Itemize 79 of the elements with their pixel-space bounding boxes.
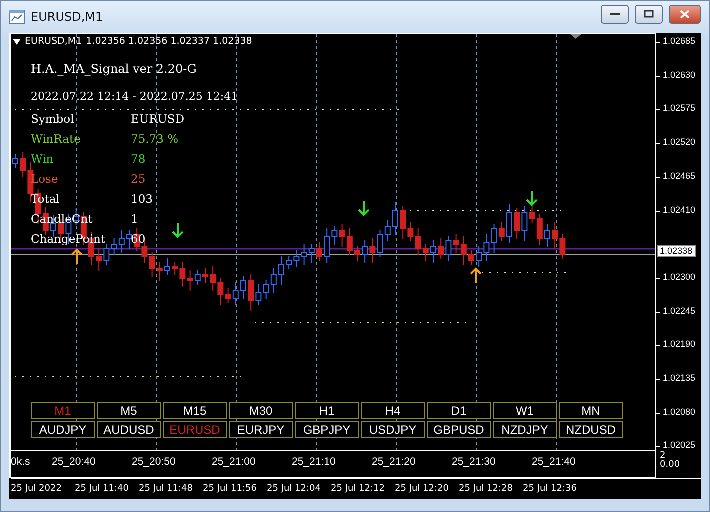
period-range: 2022.07.22 12:14 - 2022.07.25 12:41	[31, 90, 238, 103]
down-arrow-icon	[172, 222, 184, 238]
symbol-button[interactable]: NZDJPY	[493, 421, 557, 438]
up-arrow-icon	[71, 248, 83, 265]
stat-label: Symbol	[31, 111, 76, 127]
date-label: 25 Jul 11:56	[203, 484, 257, 494]
price-label: 1.02520	[663, 137, 696, 148]
symbol-button[interactable]: EURJPY	[229, 421, 293, 438]
timeframe-button[interactable]: M1	[31, 402, 95, 419]
date-label: 25 Jul 12:12	[331, 484, 385, 494]
symbol-button[interactable]: NZDUSD	[559, 421, 623, 438]
symbol-button[interactable]: AUDJPY	[31, 421, 95, 438]
chart-symbol: EURUSD,M1	[25, 36, 82, 47]
symbol-button[interactable]: GBPUSD	[427, 421, 491, 438]
price-label: 1.02190	[663, 339, 696, 350]
stat-value: 78	[131, 151, 147, 167]
price-label: 1.02465	[663, 170, 696, 181]
stat-value: 1	[131, 211, 140, 227]
price-label: 1.02685	[663, 36, 696, 46]
price-label: 1.02575	[663, 103, 696, 114]
stat-value: 25	[131, 171, 147, 187]
window-title: EURUSD,M1	[31, 10, 104, 24]
scale-max: 2	[660, 452, 666, 461]
date-label: 25 Jul 11:40	[75, 484, 129, 494]
minimize-icon	[610, 12, 620, 16]
timeframe-button[interactable]: MN	[559, 402, 623, 419]
down-arrow-icon	[358, 200, 370, 216]
stat-label: Win	[31, 151, 55, 167]
timeframe-button[interactable]: D1	[427, 402, 491, 419]
stat-label: WinRate	[31, 131, 82, 147]
time-label: 25_21:10	[292, 456, 336, 468]
timeframe-button[interactable]: M5	[97, 402, 161, 419]
close-button[interactable]	[669, 4, 701, 24]
time-label: 25_20:50	[132, 456, 176, 468]
price-label: 1.02245	[663, 306, 696, 316]
close-icon	[680, 10, 690, 18]
indicator-title: H.A._MA_Signal ver 2.20-G	[31, 62, 198, 76]
stat-value: 75.73 %	[131, 131, 180, 147]
up-arrow-icon	[470, 268, 482, 284]
time-label: 25_21:00	[212, 456, 256, 468]
timeframe-button[interactable]: H1	[295, 402, 359, 419]
price-label: 1.02080	[663, 406, 696, 417]
stat-value: EURUSD	[131, 111, 186, 127]
maximize-icon	[644, 10, 654, 18]
price-label: 1.02630	[663, 70, 696, 80]
indicator-label: 0k.s	[11, 456, 30, 468]
stat-value: 60	[131, 231, 147, 247]
minimize-button[interactable]	[601, 4, 629, 24]
symbol-button[interactable]: EURUSD	[163, 421, 227, 438]
time-label: 25_20:40	[52, 456, 96, 468]
scale-min: 0.00	[660, 461, 680, 470]
timeframe-button[interactable]: H4	[361, 402, 425, 419]
date-label: 25 Jul 12:20	[395, 484, 449, 494]
date-label: 25 Jul 2022	[11, 484, 62, 494]
time-label: 25_21:40	[532, 456, 576, 468]
dropdown-icon[interactable]	[13, 38, 21, 44]
chart-window-icon	[9, 10, 25, 24]
timeframe-button[interactable]: W1	[493, 402, 557, 419]
price-label: 1.02135	[663, 373, 696, 383]
maximize-button[interactable]	[635, 4, 663, 24]
ohlc-values: 1.02356 1.02356 1.02337 1.02338	[86, 36, 252, 47]
down-arrow-icon	[526, 190, 538, 206]
date-label: 25 Jul 12:28	[459, 484, 513, 494]
symbol-button[interactable]: AUDUSD	[97, 421, 161, 438]
time-label: 25_21:30	[452, 456, 496, 468]
time-label: 25_21:20	[372, 456, 416, 468]
price-label: 1.02410	[663, 204, 696, 214]
timeframe-button[interactable]: M30	[229, 402, 293, 419]
symbol-button[interactable]: GBPJPY	[295, 421, 359, 438]
timeframe-button[interactable]: M15	[163, 402, 227, 419]
stat-value: 103	[131, 191, 154, 207]
date-label: 25 Jul 12:04	[267, 484, 321, 494]
symbol-button[interactable]: USDJPY	[361, 421, 425, 438]
date-label: 25 Jul 11:48	[139, 484, 193, 494]
current-price-label: 1.02338	[657, 245, 696, 257]
price-label: 1.02025	[663, 440, 696, 450]
shift-marker-icon[interactable]	[570, 34, 582, 39]
date-label: 25 Jul 12:36	[523, 484, 577, 494]
price-label: 1.02300	[663, 272, 696, 282]
